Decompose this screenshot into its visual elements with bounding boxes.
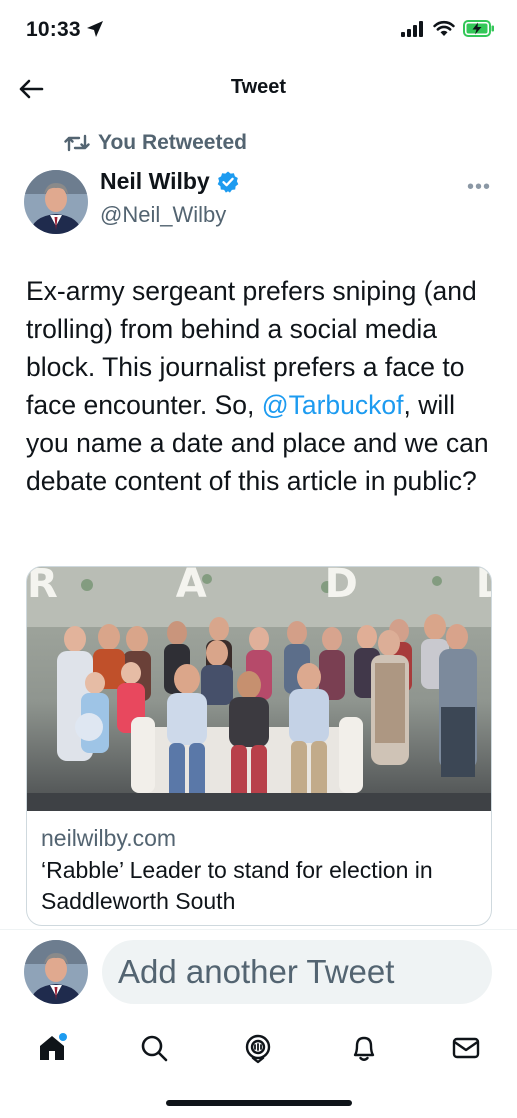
wifi-icon [433, 20, 455, 36]
divider [0, 929, 517, 930]
card-title: ‘Rabble’ Leader to stand for election in… [41, 857, 433, 914]
tab-notifications[interactable] [344, 1028, 384, 1068]
retweet-icon [64, 134, 90, 152]
verified-badge-icon [217, 171, 239, 193]
card-domain: neilwilby.com [41, 825, 177, 851]
location-arrow-icon [87, 21, 103, 37]
compose-avatar [24, 940, 88, 1004]
author-handle[interactable]: @Neil_Wilby [100, 202, 226, 228]
tab-spaces[interactable] [238, 1028, 278, 1068]
tab-messages[interactable] [446, 1028, 486, 1068]
tweet-text: Ex-army sergeant prefers sniping (and tr… [26, 272, 496, 500]
status-indicators [401, 20, 495, 37]
author-avatar[interactable] [24, 170, 88, 234]
card-image-sign: R A D D L E [27, 567, 492, 607]
avatar-image [24, 940, 88, 1004]
more-icon[interactable]: ••• [467, 176, 491, 199]
retweet-context: You Retweeted [64, 131, 247, 155]
card-image: R A D D L E [27, 567, 492, 811]
author-name: Neil Wilby [100, 168, 210, 194]
tab-bar [0, 1018, 517, 1078]
home-indicator[interactable] [166, 1100, 352, 1106]
battery-charging-icon [463, 20, 494, 37]
avatar-image [24, 170, 88, 234]
tab-home[interactable] [32, 1028, 72, 1068]
retweet-context-label: You Retweeted [98, 131, 247, 154]
page-title: Tweet [230, 76, 287, 98]
mention-link[interactable]: @Tarbuckof [262, 390, 404, 420]
search-icon [141, 1035, 168, 1062]
notifications-icon [353, 1036, 375, 1061]
compose-input[interactable]: Add another Tweet [102, 940, 492, 1004]
tab-search[interactable] [134, 1028, 174, 1068]
link-card[interactable]: R A D D L E [26, 566, 492, 926]
author-name-row[interactable]: Neil Wilby [100, 168, 240, 195]
signal-icon [401, 20, 423, 37]
messages-icon [452, 1037, 480, 1059]
compose-placeholder: Add another Tweet [118, 953, 395, 990]
home-icon [40, 1033, 67, 1060]
status-time: 10:33 [26, 18, 81, 41]
status-bar: 10:33 [0, 0, 517, 62]
nav-bar: Tweet [0, 62, 517, 114]
spaces-icon [245, 1034, 271, 1064]
